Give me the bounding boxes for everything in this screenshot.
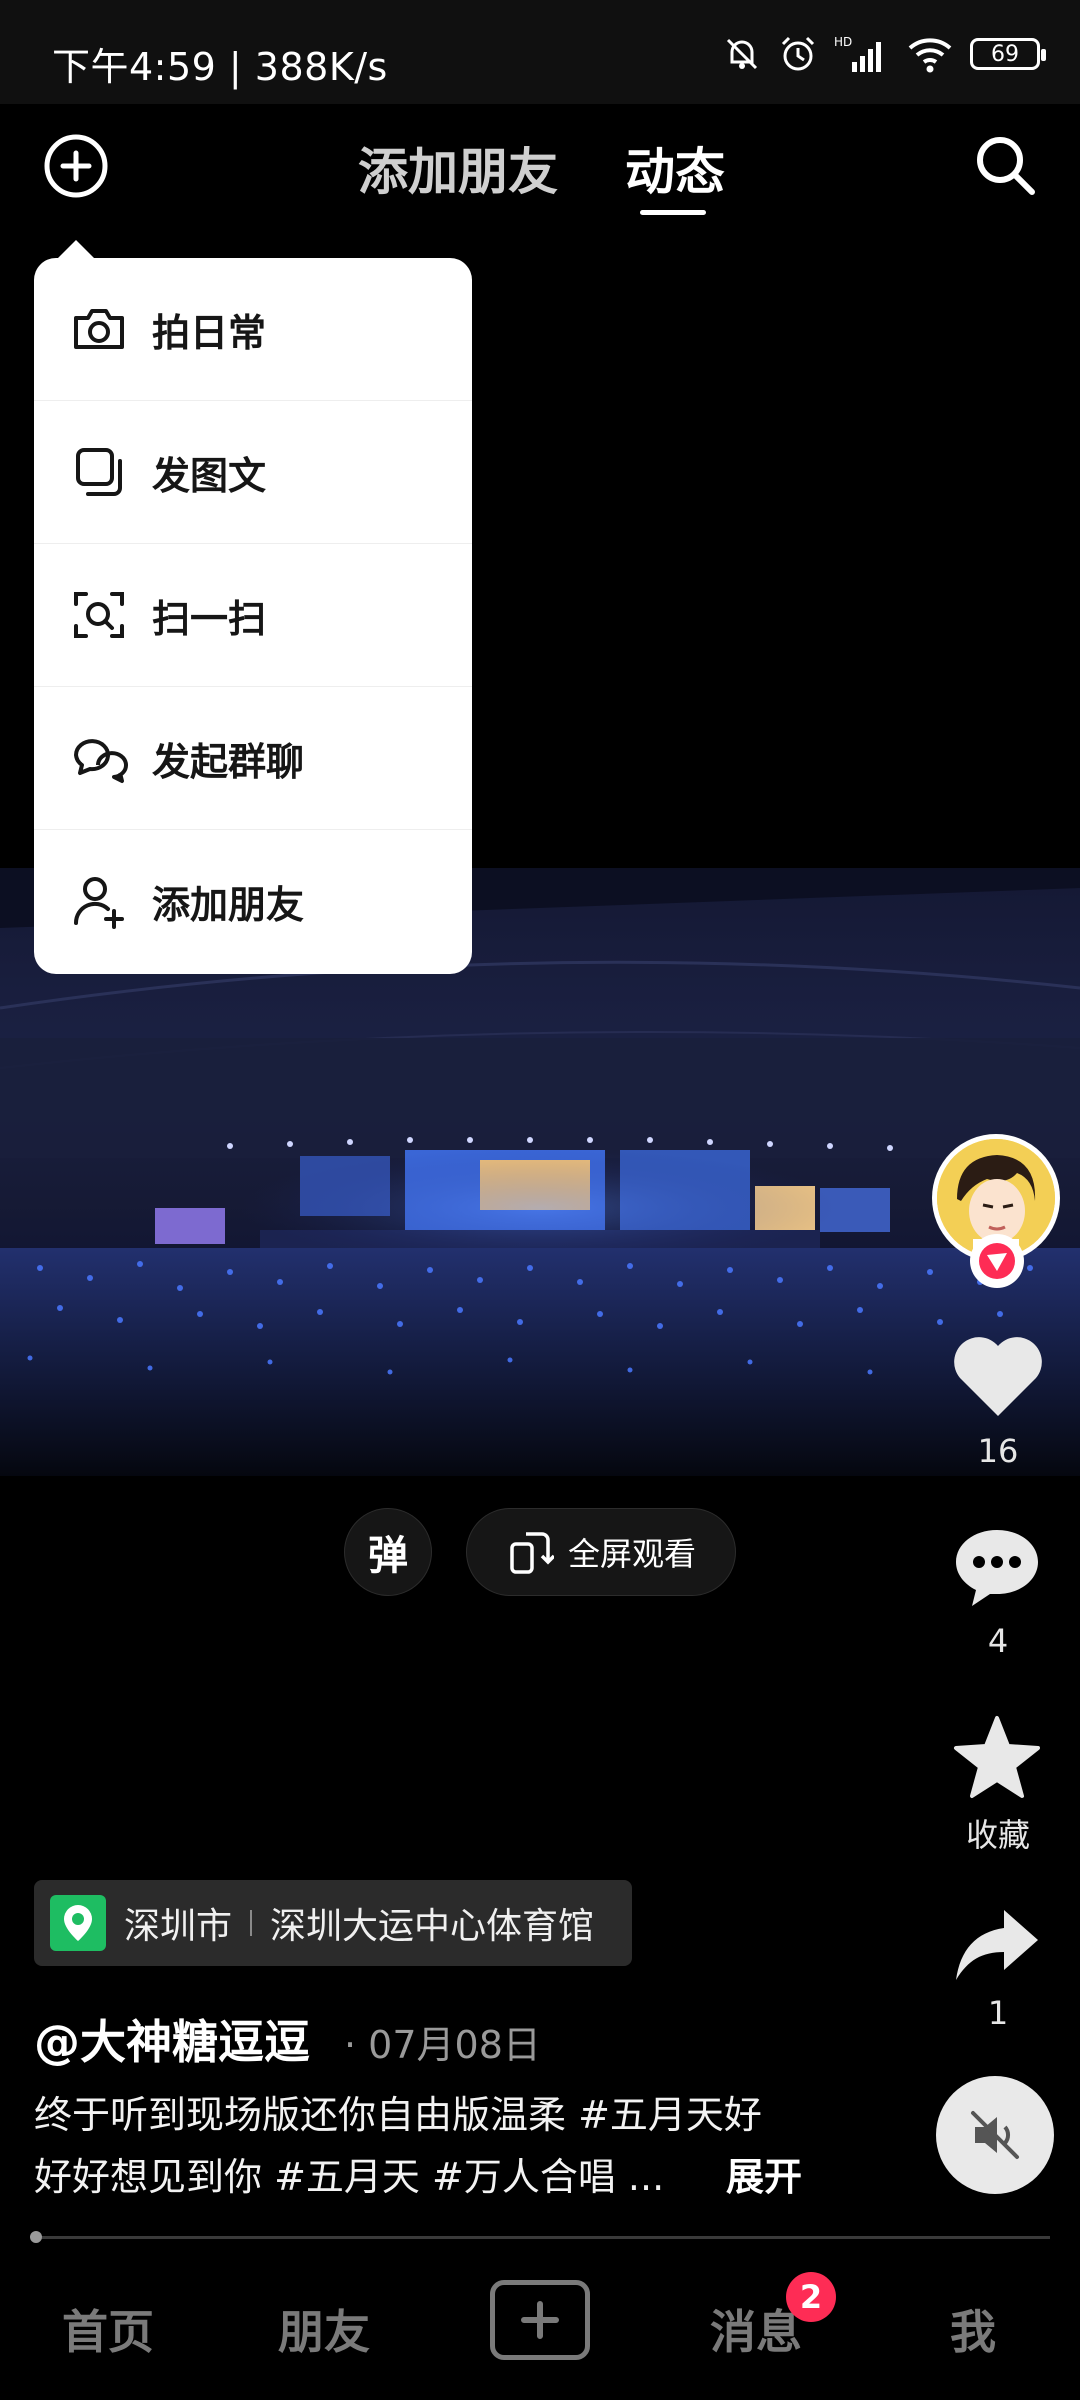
signal-icon: HD <box>834 35 881 72</box>
post-caption: 终于听到现场版还你自由版温柔 #五月天好 好好想见到你 #五月天 #万人合唱 .… <box>34 2084 834 2208</box>
create-menu: 拍日常 发图文 扫一扫 发起群聊 添加朋友 <box>34 258 472 974</box>
create-post-button[interactable] <box>490 2280 590 2360</box>
post-date: · 07月08日 <box>344 2023 541 2067</box>
battery-indicator: 69 <box>970 38 1046 70</box>
status-time: 下午4:59 | 388K/s <box>52 45 388 89</box>
alarm-icon <box>781 36 815 71</box>
nav-home[interactable]: 首页 <box>62 2296 154 2362</box>
video-progress-bar[interactable] <box>34 2236 1050 2239</box>
menu-label: 发起群聊 <box>152 739 305 784</box>
progress-handle[interactable] <box>30 2231 42 2243</box>
speaker-muted-icon <box>971 2111 1019 2159</box>
group-chat-icon <box>74 739 128 783</box>
search-icon[interactable] <box>972 132 1038 198</box>
expand-caption-button[interactable]: 展开 <box>726 2146 802 2201</box>
author-name[interactable]: @大神糖逗逗 <box>34 2006 310 2072</box>
battery-level: 69 <box>991 41 1019 67</box>
mute-bell-icon <box>726 38 758 70</box>
like-heart-icon[interactable] <box>950 1332 1046 1420</box>
menu-item-shoot-daily[interactable]: 拍日常 <box>34 258 472 401</box>
tab-dynamic[interactable]: 动态 <box>625 132 725 204</box>
share-count: 1 <box>987 1994 1009 2032</box>
menu-label: 拍日常 <box>152 310 267 355</box>
menu-label: 扫一扫 <box>152 596 267 641</box>
favorite-star-icon[interactable] <box>952 1714 1042 1800</box>
favorite-label: 收藏 <box>965 1816 1030 1854</box>
follow-badge[interactable] <box>970 1234 1024 1288</box>
add-friend-icon <box>73 876 124 929</box>
caption-line-1: 终于听到现场版还你自由版温柔 #五月天好 <box>34 2093 762 2137</box>
menu-item-group-chat[interactable]: 发起群聊 <box>34 687 472 830</box>
danmaku-toggle[interactable]: 弹 <box>344 1508 432 1596</box>
plus-icon <box>521 2301 559 2339</box>
mute-button[interactable] <box>936 2076 1054 2194</box>
comment-icon[interactable] <box>952 1524 1042 1610</box>
caption-line-2: 好好想见到你 #五月天 #万人合唱 ... <box>34 2155 665 2199</box>
menu-label: 发图文 <box>152 453 267 498</box>
fullscreen-button[interactable]: 全屏观看 <box>466 1508 736 1596</box>
like-count: 16 <box>977 1432 1019 1470</box>
fullscreen-label: 全屏观看 <box>567 1535 696 1573</box>
location-city: 深圳市 <box>124 1906 233 1947</box>
danmaku-label: 弹 <box>368 1533 408 1579</box>
location-separator <box>250 1910 253 1936</box>
rotate-screen-icon <box>510 1532 554 1574</box>
message-badge: 2 <box>786 2272 836 2322</box>
nav-me[interactable]: 我 <box>950 2296 996 2362</box>
plus-circle-icon[interactable] <box>42 132 110 200</box>
wifi-icon <box>908 38 952 73</box>
tab-add-friend[interactable]: 添加朋友 <box>358 132 558 204</box>
location-tag[interactable]: 深圳市 深圳大运中心体育馆 <box>34 1880 632 1966</box>
follow-arrow-icon <box>979 1243 1015 1279</box>
status-icons: HD 69 <box>722 30 1046 78</box>
nav-friends[interactable]: 朋友 <box>278 2296 370 2362</box>
menu-label: 添加朋友 <box>152 883 305 927</box>
tab-underline <box>640 210 706 215</box>
menu-caret <box>56 240 96 260</box>
share-arrow-icon[interactable] <box>952 1904 1042 1984</box>
svg-text:HD: HD <box>834 35 852 49</box>
scan-icon <box>74 592 124 638</box>
menu-item-post-image-text[interactable]: 发图文 <box>34 401 472 544</box>
comment-count: 4 <box>987 1622 1009 1660</box>
image-text-icon <box>76 448 122 496</box>
menu-item-scan[interactable]: 扫一扫 <box>34 544 472 687</box>
camera-icon <box>74 309 124 349</box>
location-place: 深圳大运中心体育馆 <box>270 1906 595 1947</box>
menu-item-add-friend[interactable]: 添加朋友 <box>34 830 472 973</box>
location-pin-icon <box>50 1895 106 1951</box>
